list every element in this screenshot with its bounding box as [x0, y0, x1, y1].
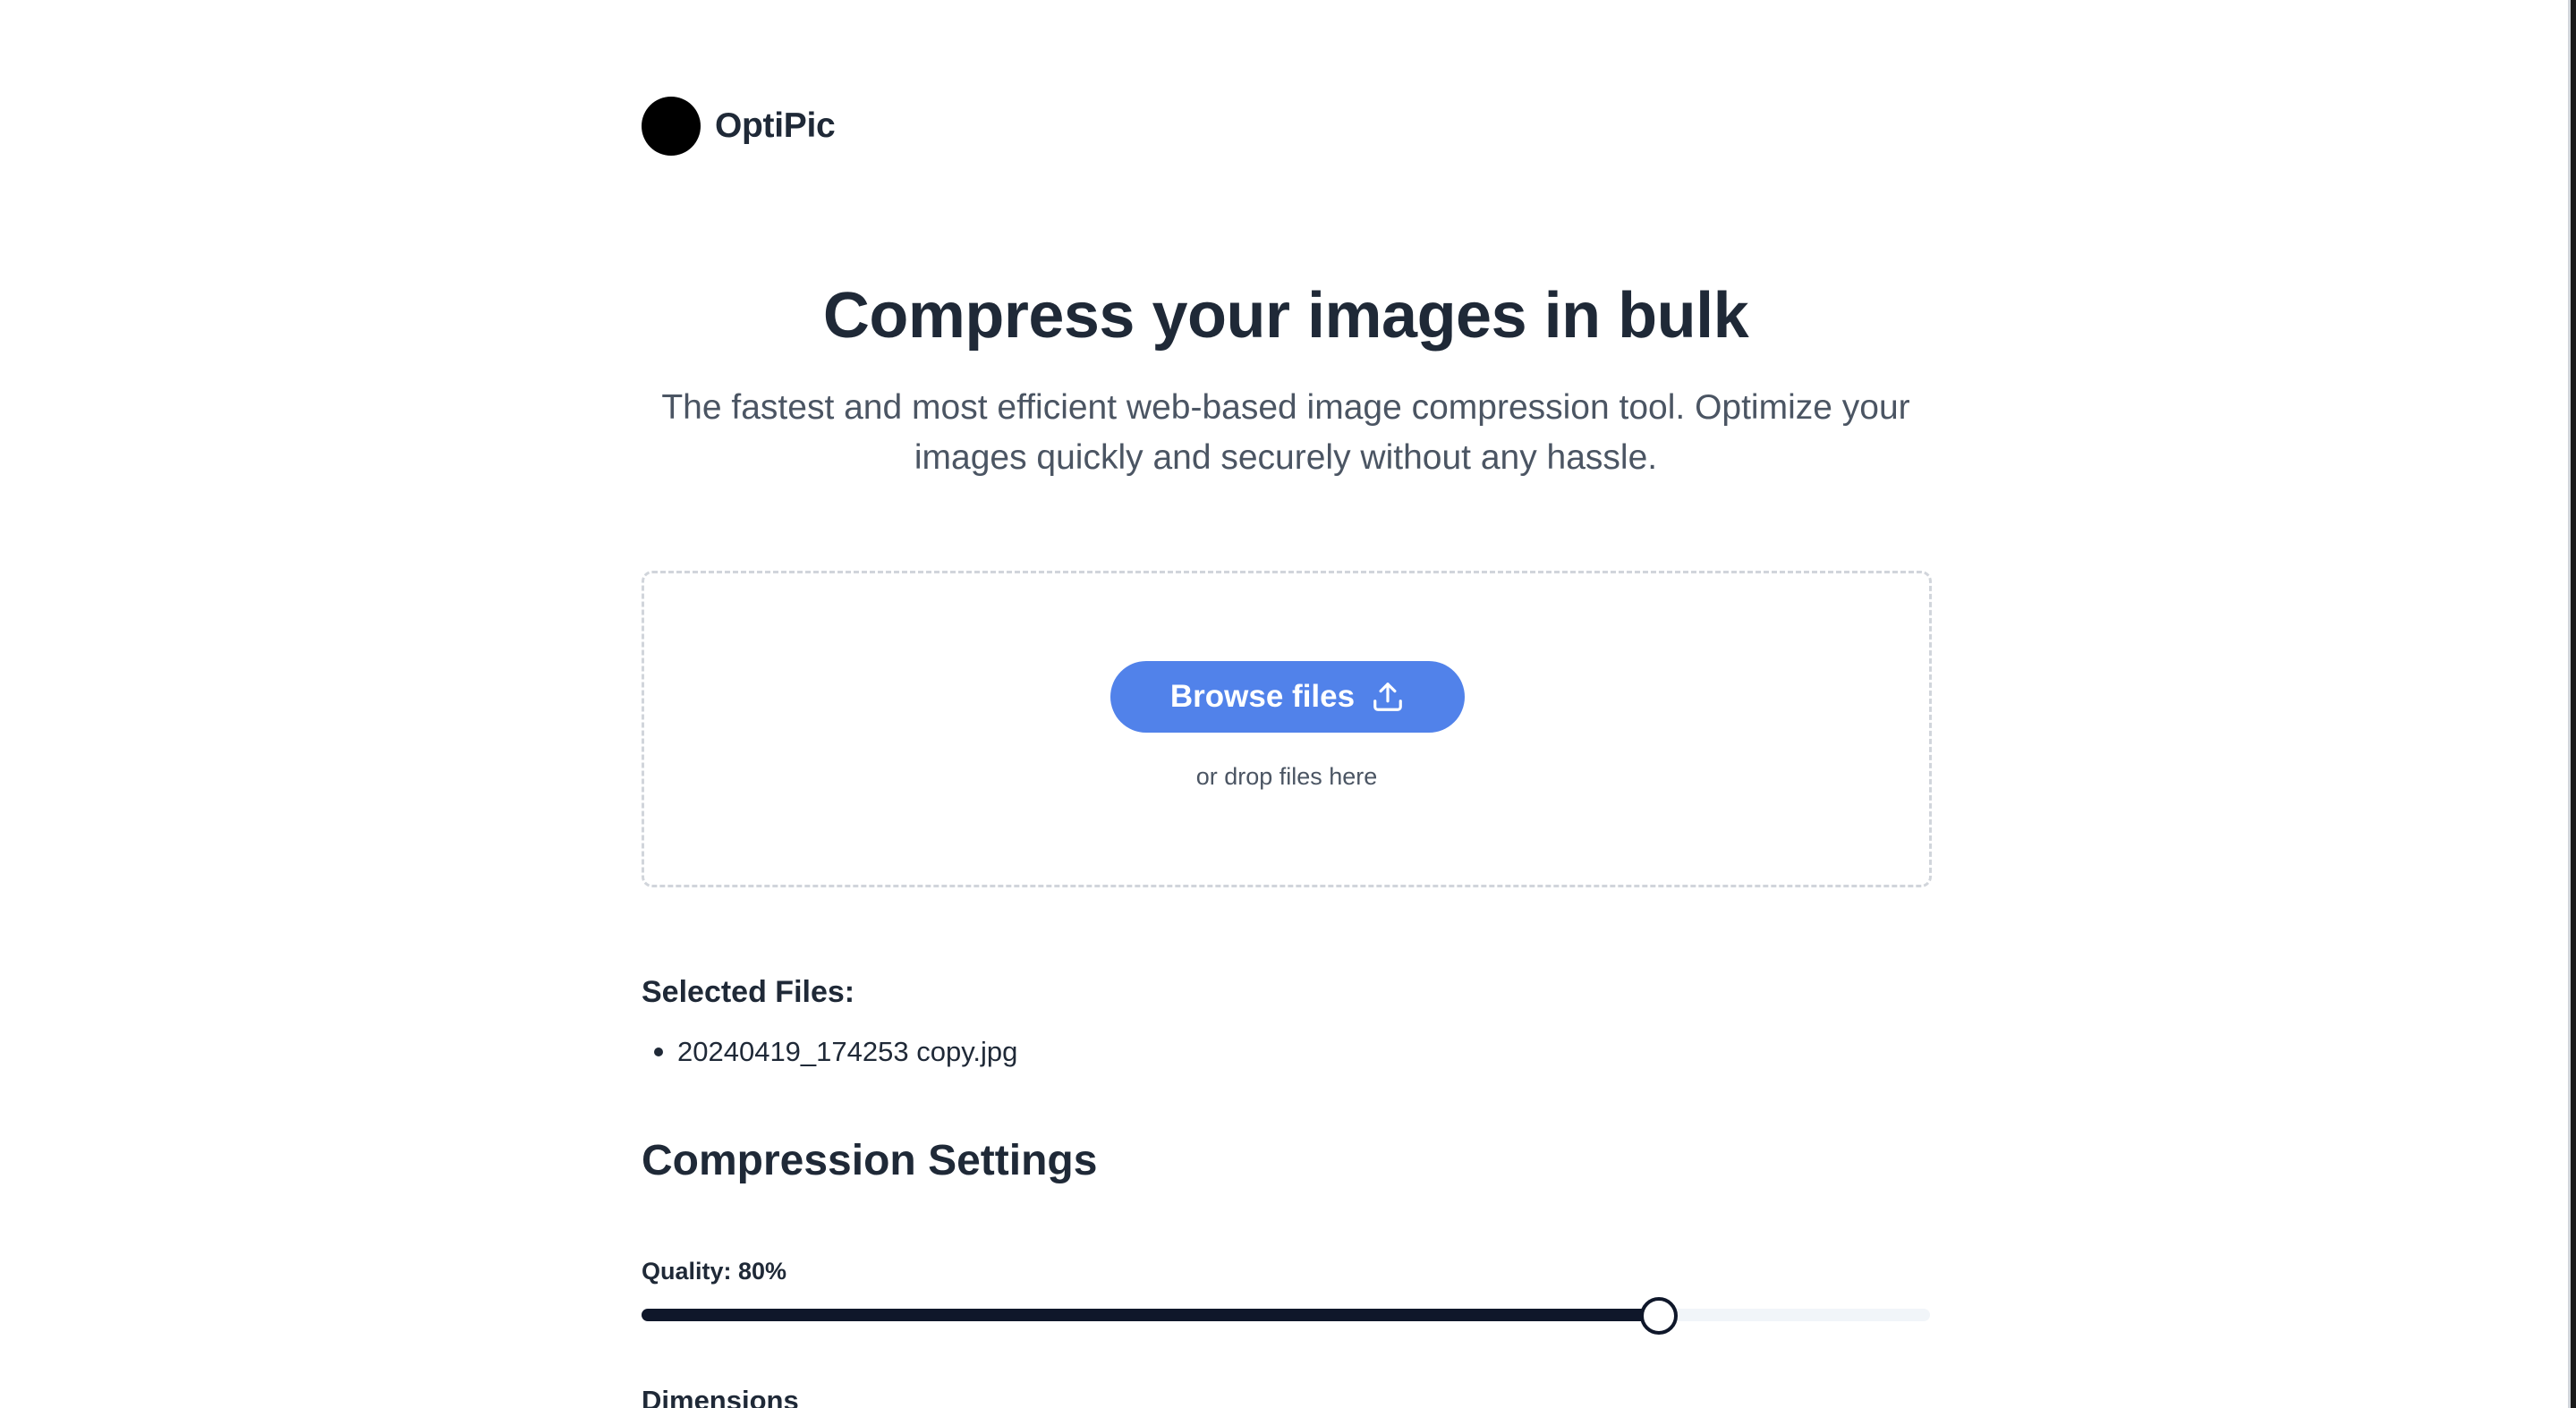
upload-icon	[1373, 683, 1402, 711]
file-list-item: 20240419_174253 copy.jpg	[642, 1036, 1017, 1068]
drop-hint: or drop files here	[1195, 763, 1378, 790]
bullet-icon	[654, 1048, 663, 1056]
browse-files-button[interactable]: Browse files	[1110, 661, 1465, 733]
brand[interactable]: OptiPic	[642, 97, 836, 156]
page-title: Compress your images in bulk	[822, 280, 1749, 352]
browse-files-label: Browse files	[1169, 679, 1356, 714]
file-name: 20240419_174253 copy.jpg	[677, 1036, 1018, 1067]
selected-files-heading: Selected Files:	[642, 975, 855, 1009]
quality-slider[interactable]	[642, 1297, 1930, 1335]
dimensions-heading: Dimensions	[642, 1385, 799, 1408]
logo-icon	[642, 97, 701, 156]
window-border	[2571, 0, 2576, 1408]
brand-name: OptiPic	[715, 106, 836, 145]
quality-slider-fill	[642, 1309, 1658, 1321]
quality-slider-thumb[interactable]	[1640, 1297, 1678, 1335]
page-subtitle: The fastest and most efficient web-based…	[661, 388, 1910, 477]
selected-files-list: 20240419_174253 copy.jpg	[642, 1036, 1017, 1068]
file-dropzone[interactable]: Browse files or drop files here	[642, 571, 1932, 887]
quality-label: Quality: 80%	[642, 1258, 787, 1285]
compression-settings-heading: Compression Settings	[642, 1137, 1098, 1184]
